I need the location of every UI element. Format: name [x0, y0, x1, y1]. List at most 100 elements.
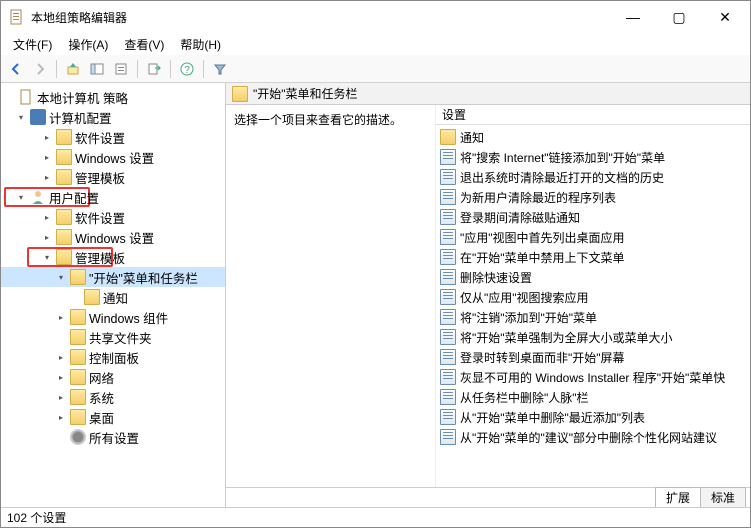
tree-item[interactable]: ▸ Windows 设置 [1, 147, 225, 167]
list-item-label: 从"开始"菜单中删除"最近添加"列表 [460, 409, 645, 426]
tree-label: 管理模板 [75, 248, 125, 267]
list-setting-item[interactable]: 登录时转到桌面而非"开始"屏幕 [436, 347, 750, 367]
description-column: 选择一个项目来查看它的描述。 [226, 105, 436, 487]
list-setting-item[interactable]: "应用"视图中首先列出桌面应用 [436, 227, 750, 247]
tree-pane[interactable]: 本地计算机 策略 ▾ 计算机配置 ▸ 软件设置 ▸ Windows 设置 ▸ 管理模板… [1, 83, 226, 507]
expand-icon[interactable]: ▸ [55, 371, 67, 383]
list-item-label: 将"注销"添加到"开始"菜单 [460, 309, 597, 326]
list-setting-item[interactable]: 将"开始"菜单强制为全屏大小或菜单大小 [436, 327, 750, 347]
setting-icon [440, 149, 456, 165]
setting-icon [440, 329, 456, 345]
setting-icon [440, 429, 456, 445]
minimize-button[interactable]: ― [610, 1, 656, 33]
tree-start-taskbar[interactable]: ▾"开始"菜单和任务栏 [1, 267, 225, 287]
forward-button[interactable] [29, 58, 51, 80]
setting-icon [440, 249, 456, 265]
tree-user-config[interactable]: ▾ 用户配置 [1, 187, 225, 207]
tree-label: 软件设置 [75, 128, 125, 147]
tree-item[interactable]: ▸ 软件设置 [1, 127, 225, 147]
tree-label: Windows 设置 [75, 148, 154, 167]
expand-icon[interactable]: ▸ [41, 231, 53, 243]
tree-item[interactable]: ▸软件设置 [1, 207, 225, 227]
tree-item[interactable]: 所有设置 [1, 427, 225, 447]
setting-icon [440, 189, 456, 205]
properties-button[interactable] [110, 58, 132, 80]
list-item-label: 将"开始"菜单强制为全屏大小或菜单大小 [460, 329, 673, 346]
tree-item[interactable]: ▸ 网络 [1, 367, 225, 387]
expand-icon[interactable]: ▾ [55, 271, 67, 283]
tree-label: Windows 组件 [89, 308, 168, 327]
maximize-button[interactable]: ▢ [656, 1, 702, 33]
tree-label: 用户配置 [49, 188, 99, 207]
expand-icon[interactable]: ▾ [41, 251, 53, 263]
expand-icon[interactable]: ▸ [41, 131, 53, 143]
menu-help[interactable]: 帮助(H) [172, 34, 229, 55]
details-title: "开始"菜单和任务栏 [253, 85, 358, 102]
list-setting-item[interactable]: 删除快速设置 [436, 267, 750, 287]
expand-icon[interactable]: ▸ [41, 211, 53, 223]
expand-icon[interactable]: ▾ [15, 191, 27, 203]
menu-action[interactable]: 操作(A) [60, 34, 116, 55]
list-setting-item[interactable]: 在"开始"菜单中禁用上下文菜单 [436, 247, 750, 267]
folder-icon [56, 129, 72, 145]
separator [56, 60, 57, 78]
menu-file[interactable]: 文件(F) [5, 34, 60, 55]
close-button[interactable]: ✕ [702, 1, 748, 33]
tree-item[interactable]: 通知 [1, 287, 225, 307]
tree-item[interactable]: ▸桌面 [1, 407, 225, 427]
list-setting-item[interactable]: 退出系统时清除最近打开的文档的历史 [436, 167, 750, 187]
list-setting-item[interactable]: 为新用户清除最近的程序列表 [436, 187, 750, 207]
folder-icon [70, 309, 86, 325]
tree-item[interactable]: ▸ 管理模板 [1, 167, 225, 187]
expand-icon[interactable]: ▾ [15, 111, 27, 123]
export-button[interactable] [143, 58, 165, 80]
list-setting-item[interactable]: 将"注销"添加到"开始"菜单 [436, 307, 750, 327]
tree-item[interactable]: 共享文件夹 [1, 327, 225, 347]
tree-item[interactable]: ▸ 系统 [1, 387, 225, 407]
expand-icon[interactable] [3, 91, 15, 103]
tree-label: 管理模板 [75, 168, 125, 187]
list-setting-item[interactable]: 将"搜索 Internet"链接添加到"开始"菜单 [436, 147, 750, 167]
list-setting-item[interactable]: 从"开始"菜单的"建议"部分中删除个性化网站建议 [436, 427, 750, 447]
folder-icon [70, 409, 86, 425]
folder-icon [70, 389, 86, 405]
settings-list[interactable]: 通知将"搜索 Internet"链接添加到"开始"菜单退出系统时清除最近打开的文… [436, 125, 750, 487]
list-setting-item[interactable]: 从"开始"菜单中删除"最近添加"列表 [436, 407, 750, 427]
filter-button[interactable] [209, 58, 231, 80]
tree-label: 系统 [89, 388, 114, 407]
tree-item[interactable]: ▸Windows 设置 [1, 227, 225, 247]
column-header-setting[interactable]: 设置 [436, 105, 750, 125]
show-hide-tree-button[interactable] [86, 58, 108, 80]
user-icon [30, 189, 46, 205]
back-button[interactable] [5, 58, 27, 80]
list-setting-item[interactable]: 灰显不可用的 Windows Installer 程序"开始"菜单快 [436, 367, 750, 387]
tree-item[interactable]: ▸ Windows 组件 [1, 307, 225, 327]
expand-icon[interactable]: ▸ [55, 391, 67, 403]
separator [203, 60, 204, 78]
tab-standard[interactable]: 标准 [700, 487, 746, 507]
folder-icon [56, 229, 72, 245]
up-button[interactable] [62, 58, 84, 80]
expand-icon[interactable]: ▸ [55, 411, 67, 423]
tree-root[interactable]: 本地计算机 策略 [1, 87, 225, 107]
tree-admin-templates[interactable]: ▾ 管理模板 [1, 247, 225, 267]
list-setting-item[interactable]: 仅从"应用"视图搜索应用 [436, 287, 750, 307]
details-header: "开始"菜单和任务栏 [226, 83, 750, 105]
tab-extended[interactable]: 扩展 [655, 487, 701, 507]
list-folder-item[interactable]: 通知 [436, 127, 750, 147]
list-setting-item[interactable]: 登录期间清除磁贴通知 [436, 207, 750, 227]
help-button[interactable]: ? [176, 58, 198, 80]
tree-label: 网络 [89, 368, 114, 387]
folder-icon [70, 369, 86, 385]
column-header-label: 设置 [442, 106, 466, 123]
expand-icon[interactable]: ▸ [55, 351, 67, 363]
menu-view[interactable]: 查看(V) [116, 34, 172, 55]
list-setting-item[interactable]: 从任务栏中删除"人脉"栏 [436, 387, 750, 407]
tree-computer-config[interactable]: ▾ 计算机配置 [1, 107, 225, 127]
expand-icon[interactable]: ▸ [41, 171, 53, 183]
tree-item[interactable]: ▸控制面板 [1, 347, 225, 367]
expand-icon[interactable]: ▸ [41, 151, 53, 163]
expand-icon[interactable]: ▸ [55, 311, 67, 323]
list-item-label: 删除快速设置 [460, 269, 532, 286]
list-item-label: 通知 [460, 129, 484, 146]
